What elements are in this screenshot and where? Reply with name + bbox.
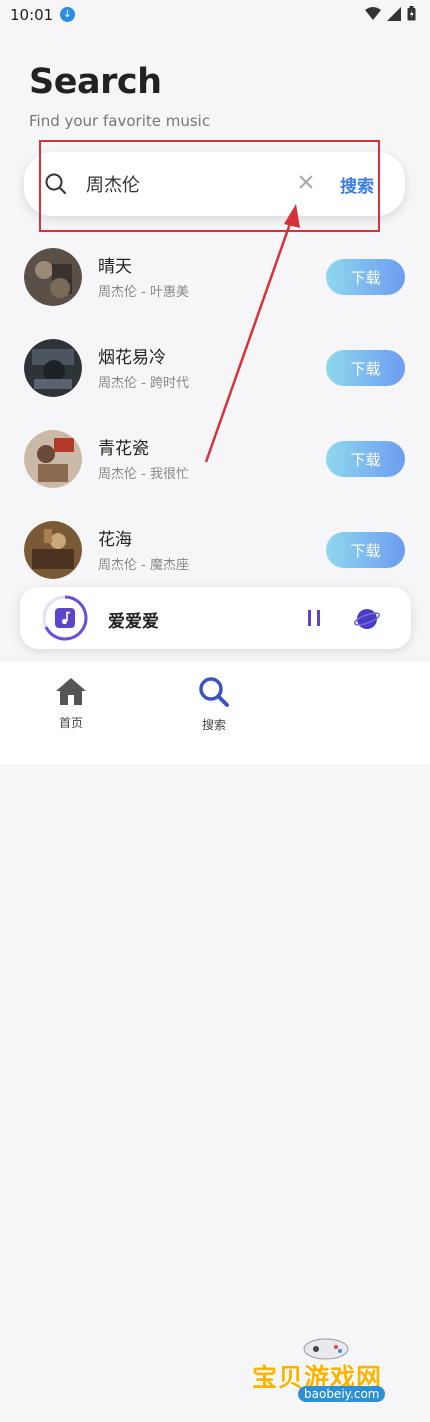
- wifi-icon: [365, 6, 381, 20]
- song-artist-album: 周杰伦 - 我很忙: [98, 467, 189, 482]
- watermark-logo: 宝贝游戏网 baobeiy.com: [246, 1334, 406, 1422]
- gamepad-icon: [303, 1338, 349, 1360]
- download-button[interactable]: 下载: [326, 259, 405, 295]
- watermark-url: baobeiy.com: [298, 1386, 386, 1402]
- status-bar: 10:01 ↓: [0, 0, 430, 30]
- signal-icon: [387, 6, 401, 21]
- song-row[interactable]: 晴天 周杰伦 - 叶惠美 下载: [0, 248, 430, 318]
- status-time: 10:01: [10, 6, 54, 24]
- song-row[interactable]: 烟花易冷 周杰伦 - 跨时代 下载: [0, 339, 430, 409]
- song-title: 烟花易冷: [98, 348, 166, 368]
- download-button[interactable]: 下载: [326, 532, 405, 568]
- annotation-highlight-box: [39, 140, 380, 232]
- tab-search[interactable]: 搜索: [174, 676, 254, 733]
- home-icon: [56, 678, 86, 705]
- page-subtitle: Find your favorite music: [29, 112, 211, 130]
- song-artist-album: 周杰伦 - 魔杰座: [98, 558, 189, 573]
- download-button[interactable]: 下载: [326, 350, 405, 386]
- song-artist-album: 周杰伦 - 跨时代: [98, 376, 189, 391]
- album-cover: [24, 248, 82, 306]
- song-artist-album: 周杰伦 - 叶惠美: [98, 285, 189, 300]
- search-icon: [199, 677, 229, 707]
- song-title: 晴天: [98, 257, 132, 277]
- album-cover: [24, 521, 82, 579]
- pause-icon[interactable]: [306, 609, 322, 627]
- song-row[interactable]: 青花瓷 周杰伦 - 我很忙 下载: [0, 430, 430, 500]
- now-playing-disc[interactable]: [42, 595, 88, 641]
- system-icons: [365, 6, 416, 21]
- download-button[interactable]: 下载: [326, 441, 405, 477]
- album-cover: [24, 430, 82, 488]
- song-row[interactable]: 花海 周杰伦 - 魔杰座 下载: [0, 521, 430, 591]
- tab-label: 首页: [58, 716, 83, 730]
- playlist-planet-icon[interactable]: [354, 605, 380, 631]
- bottom-tab-bar: 首页 搜索 宝贝游戏网 baobeiy.com: [0, 662, 430, 1402]
- song-title: 花海: [98, 530, 132, 550]
- album-cover: [24, 339, 82, 397]
- download-notification-icon: ↓: [60, 7, 75, 22]
- now-playing-title: 爱爱爱: [108, 612, 159, 632]
- song-title: 青花瓷: [98, 439, 149, 459]
- battery-icon: [407, 6, 416, 21]
- tab-label: 搜索: [201, 718, 226, 732]
- mini-player[interactable]: 爱爱爱: [20, 587, 411, 649]
- page-title: Search: [29, 62, 162, 102]
- tab-home[interactable]: 首页: [31, 676, 111, 731]
